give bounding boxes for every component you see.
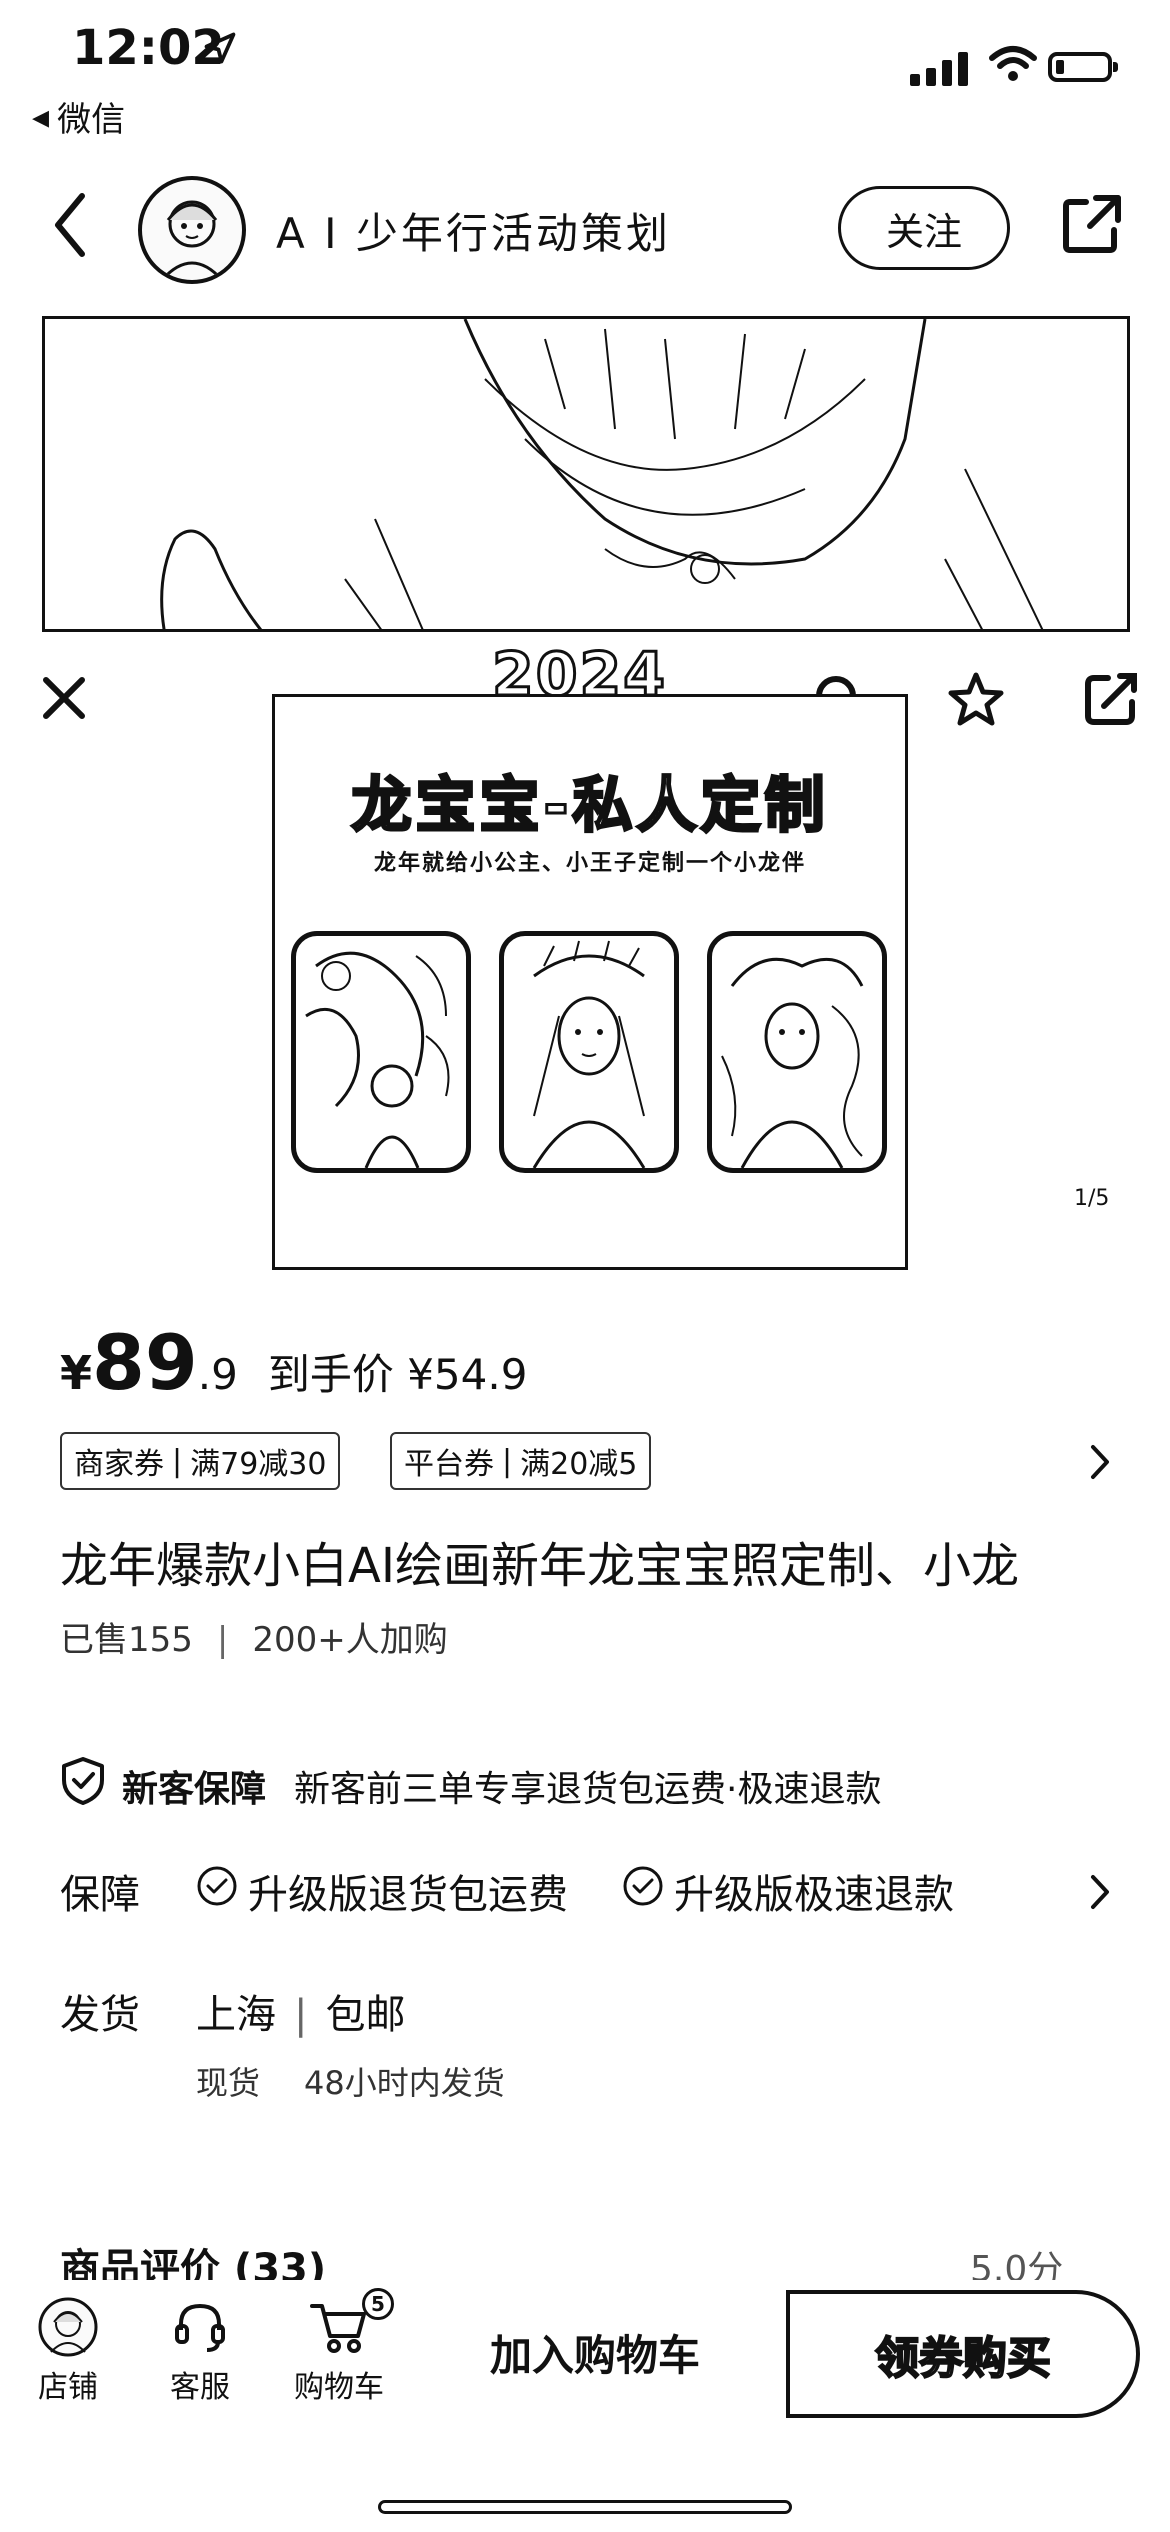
tab-label: 购物车 (294, 2370, 384, 2405)
new-customer-guarantee[interactable]: 新客保障 新客前三单专享退货包运费·极速退款 (60, 1756, 881, 1815)
headset-icon (150, 2292, 250, 2362)
coupons-chevron-icon[interactable] (1088, 1442, 1112, 1486)
coupon-desc: 满79减30 (190, 1447, 327, 1482)
coupon-type: 商家券 (74, 1447, 164, 1482)
coupon-type: 平台券 (404, 1447, 494, 1482)
sales-divider: | (216, 1620, 229, 1660)
star-icon[interactable] (946, 670, 1006, 734)
coupon-buy-button[interactable]: 领券购买 (786, 2290, 1140, 2418)
assurance-label: 保障 (60, 1872, 140, 1918)
coupon-platform[interactable]: 平台券 | 满20减5 (390, 1432, 652, 1490)
coupon-divider: | (502, 1443, 513, 1479)
shipping-origin: 上海 | 包邮 (196, 1982, 405, 2040)
shipping-from: 上海 (196, 1992, 276, 2038)
product-image[interactable]: 龙宝宝-私人定制 龙年就给小公主、小王子定制一个小龙伴 (272, 694, 908, 1270)
store-avatar-icon (18, 2292, 118, 2362)
shipping-detail: 现货 48小时内发货 (196, 2058, 505, 2104)
shield-check-icon (60, 1756, 106, 1815)
product-image-title: 龙宝宝-私人定制 (350, 770, 829, 843)
assurance-item-refund[interactable]: 升级版极速退款 (622, 1862, 954, 1920)
price-decimal: .9 (197, 1350, 238, 1399)
dragon-baby-photo-3 (707, 931, 887, 1173)
assurance-item-label: 升级版极速退款 (674, 1872, 954, 1918)
assurance-item-label: 升级版退货包运费 (248, 1872, 568, 1918)
tab-label: 店铺 (38, 2370, 98, 2405)
sales-info: 已售155 | 200+人加购 (60, 1612, 448, 1661)
product-title: 龙年爆款小白AI绘画新年龙宝宝照定制、小龙 (60, 1538, 1019, 1594)
shipping-fee: 包邮 (325, 1992, 406, 2038)
external-link-icon[interactable] (1082, 670, 1140, 732)
tab-store[interactable]: 店铺 (18, 2292, 118, 2406)
product-image-subtitle: 龙年就给小公主、小王子定制一个小龙伴 (373, 851, 806, 876)
wifi-icon (988, 44, 1038, 88)
price-row: ¥ 89 .9 到手价 ¥54.9 (60, 1318, 527, 1407)
store-banner[interactable] (42, 316, 1130, 632)
shipping-divider: | (294, 1992, 308, 2038)
coupon-desc: 满20减5 (520, 1447, 638, 1482)
image-page-indicator: 1/5 (1074, 1186, 1110, 1211)
final-price: 到手价 ¥54.9 (267, 1350, 528, 1399)
cart-count-badge: 5 (362, 2288, 394, 2320)
store-avatar[interactable] (138, 176, 246, 284)
tab-customer-service[interactable]: 客服 (150, 2292, 250, 2406)
signal-icon (910, 52, 968, 86)
price-integer: 89 (92, 1318, 198, 1407)
back-app-label: 微信 (57, 100, 126, 140)
sold-count: 已售155 (60, 1620, 193, 1660)
cart-adds: 200+人加购 (252, 1620, 448, 1660)
back-to-app[interactable]: ◂ 微信 (32, 92, 125, 141)
assurance-item-return[interactable]: 升级版退货包运费 (196, 1862, 568, 1920)
price-symbol: ¥ (60, 1346, 93, 1400)
dragon-baby-photo-1 (291, 931, 471, 1173)
assurance-chevron-icon[interactable] (1088, 1872, 1112, 1916)
share-icon[interactable] (1060, 192, 1124, 260)
close-icon[interactable] (38, 672, 90, 728)
dragon-baby-photo-2 (499, 931, 679, 1173)
back-triangle-icon: ◂ (32, 96, 50, 137)
shipping-label: 发货 (60, 1992, 140, 2038)
coupon-divider: | (172, 1443, 183, 1479)
new-customer-desc: 新客前三单专享退货包运费·极速退款 (294, 1768, 882, 1810)
back-chevron-icon[interactable] (50, 190, 90, 264)
stock-status: 现货 (196, 2064, 261, 2102)
store-name[interactable]: A I 少年行活动策划 (276, 200, 671, 261)
check-circle-icon (622, 1865, 664, 1917)
new-customer-label: 新客保障 (122, 1768, 267, 1810)
tab-label: 客服 (170, 2370, 230, 2405)
coupon-merchant[interactable]: 商家券 | 满79减30 (60, 1432, 341, 1490)
home-indicator[interactable] (378, 2500, 792, 2514)
check-circle-icon (196, 1865, 238, 1917)
location-arrow-icon (202, 30, 238, 76)
battery-icon (1048, 52, 1118, 82)
add-to-cart-button[interactable]: 加入购物车 (490, 2322, 700, 2383)
follow-button[interactable]: 关注 (838, 186, 1010, 270)
dispatch-time: 48小时内发货 (304, 2064, 505, 2102)
